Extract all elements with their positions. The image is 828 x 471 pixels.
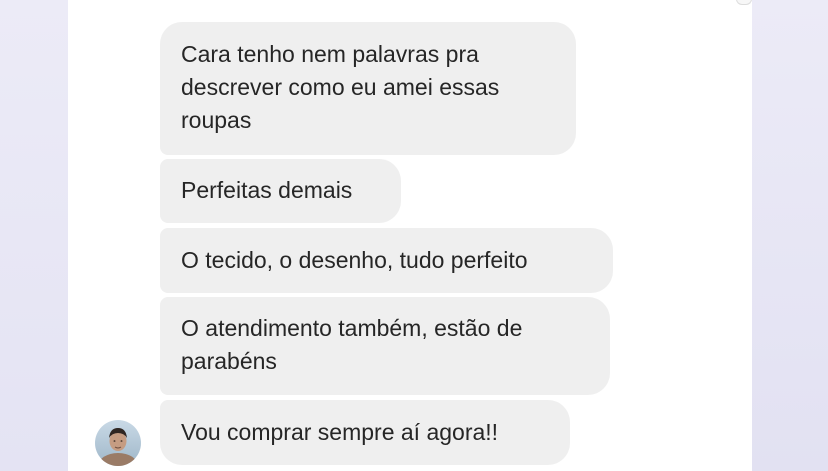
sender-avatar[interactable] [95, 420, 141, 466]
chat-panel: Cara tenho nem palavras pra descrever co… [68, 0, 752, 471]
message-bubble-3[interactable]: O tecido, o desenho, tudo perfeito [160, 228, 613, 293]
user-avatar-photo [95, 420, 141, 466]
left-background [0, 0, 68, 471]
message-bubble-4[interactable]: O atendimento também, estão de parabéns [160, 297, 610, 395]
message-bubble-2[interactable]: Perfeitas demais [160, 159, 401, 223]
top-edge-decoration [736, 0, 752, 5]
right-background [752, 0, 828, 471]
message-bubble-1[interactable]: Cara tenho nem palavras pra descrever co… [160, 22, 576, 155]
message-bubble-5[interactable]: Vou comprar sempre aí agora!! [160, 400, 570, 465]
